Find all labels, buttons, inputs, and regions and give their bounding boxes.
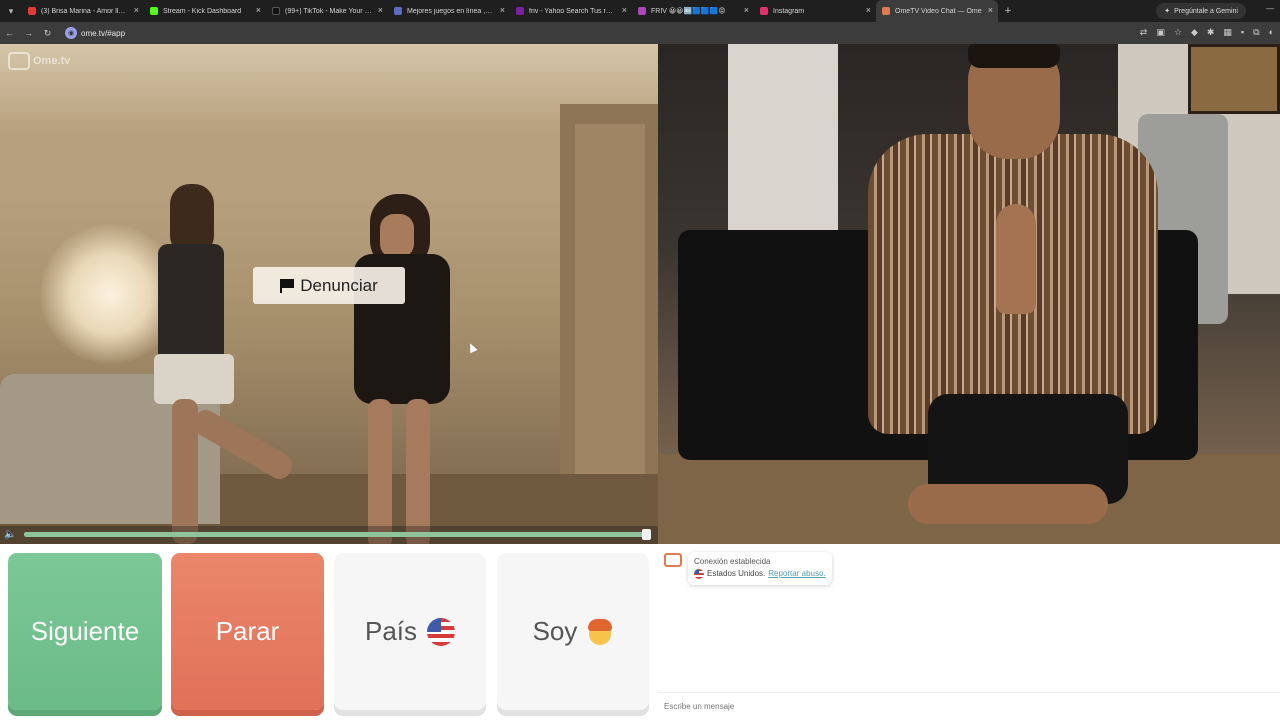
- extension-icon[interactable]: ▪: [1241, 27, 1244, 38]
- chat-panel: Conexión establecida Estados Unidos. Rep…: [658, 544, 1280, 720]
- report-button[interactable]: Denunciar: [253, 267, 405, 304]
- tab-title: Mejores juegos en línea , Juegos: [407, 7, 494, 15]
- bookmark-star-icon[interactable]: ☆: [1174, 27, 1182, 38]
- volume-slider[interactable]: [24, 532, 648, 537]
- us-flag-icon: [694, 569, 704, 579]
- browser-tab-bar: ▾ (3) Brisa Marina - Amor llegal 2 × Str…: [0, 0, 1280, 22]
- new-tab-button[interactable]: +: [998, 5, 1018, 17]
- person-silhouette: [340, 194, 470, 544]
- person-silhouette: [868, 44, 1168, 544]
- browser-tab[interactable]: friv - Yahoo Search Tus resultados ×: [510, 0, 632, 22]
- tab-close-icon[interactable]: ×: [134, 6, 139, 15]
- connection-status: Conexión establecida: [694, 557, 771, 566]
- reload-icon[interactable]: ↻: [38, 28, 57, 39]
- tab-close-icon[interactable]: ×: [866, 6, 871, 15]
- gemini-label: Pregúntale a Gemini: [1174, 7, 1238, 15]
- cast-icon[interactable]: ▣: [1156, 27, 1165, 38]
- tab-title: Stream - Kick Dashboard: [163, 7, 242, 15]
- extension-icon[interactable]: ◆: [1191, 27, 1198, 38]
- volume-fill: [24, 532, 642, 537]
- report-abuse-link[interactable]: Reportar abuso.: [768, 568, 825, 580]
- browser-tab[interactable]: (99+) TikTok - Make Your Day ×: [266, 0, 388, 22]
- browser-tab[interactable]: FRIV 😀😀🔤🟦🟦🟦😡 ×: [632, 0, 754, 22]
- volume-slider-thumb[interactable]: [642, 529, 651, 540]
- window-minimize-icon[interactable]: —: [1266, 4, 1274, 13]
- tab-title: OmeTV Video Chat — Ome: [895, 7, 982, 15]
- logo-text: Ome.tv: [33, 55, 71, 67]
- tab-title: Instagram: [773, 7, 805, 15]
- self-video: [658, 44, 1280, 544]
- us-flag-icon: [427, 617, 456, 646]
- tab-title: friv - Yahoo Search Tus resultados: [529, 7, 616, 15]
- site-info-icon[interactable]: ◉: [65, 27, 77, 39]
- tab-title: (99+) TikTok - Make Your Day: [285, 7, 372, 15]
- country-button[interactable]: País: [334, 553, 486, 710]
- yahoo-favicon-icon: [516, 7, 524, 15]
- browser-tab[interactable]: Instagram ×: [754, 0, 876, 22]
- extension-icon[interactable]: ▦: [1223, 27, 1232, 38]
- gemini-button[interactable]: ✦ Pregúntale a Gemini: [1156, 3, 1246, 19]
- tab-close-icon[interactable]: ×: [500, 6, 505, 15]
- chat-message-input[interactable]: [658, 692, 1280, 720]
- browser-tab-active[interactable]: OmeTV Video Chat — Ome ×: [876, 0, 998, 22]
- url-text[interactable]: ome.tv/#app: [81, 29, 125, 38]
- wall-painting: [1188, 44, 1280, 114]
- friv-favicon-icon: [638, 7, 646, 15]
- tv-icon: [8, 52, 30, 70]
- chat-bubble: Conexión establecida Estados Unidos. Rep…: [688, 552, 832, 585]
- instagram-favicon-icon: [760, 7, 768, 15]
- translate-icon[interactable]: ⇄: [1140, 27, 1148, 38]
- speaker-icon[interactable]: 🔈: [4, 529, 18, 541]
- stranger-country: Estados Unidos. Reportar abuso.: [694, 568, 826, 580]
- country-name: Estados Unidos.: [707, 569, 766, 578]
- extension-icon[interactable]: ✱: [1207, 27, 1215, 38]
- tiktok-favicon-icon: [272, 7, 280, 15]
- browser-tab[interactable]: Mejores juegos en línea , Juegos ×: [388, 0, 510, 22]
- tab-close-icon[interactable]: ×: [744, 6, 749, 15]
- extension-icons: ⇄ ▣ ☆ ◆ ✱ ▦ ▪ ⧉ ◐: [1140, 27, 1274, 38]
- tab-close-icon[interactable]: ×: [256, 6, 261, 15]
- browser-tab[interactable]: Stream - Kick Dashboard ×: [144, 0, 266, 22]
- stop-button[interactable]: Parar: [171, 553, 324, 710]
- ometv-tv-icon: [664, 553, 682, 567]
- games-favicon-icon: [394, 7, 402, 15]
- next-label: Siguiente: [30, 616, 140, 646]
- next-button[interactable]: Siguiente: [8, 553, 162, 710]
- stop-label: Parar: [215, 616, 280, 646]
- tab-title: FRIV 😀😀🔤🟦🟦🟦😡: [651, 8, 726, 15]
- report-label: Denunciar: [300, 275, 378, 295]
- address-bar: ← → ↻ ◉ ome.tv/#app ⇄ ▣ ☆ ◆ ✱ ▦ ▪ ⧉ ◐: [0, 22, 1280, 44]
- profile-icon[interactable]: ◐: [1269, 27, 1274, 38]
- ometv-logo: Ome.tv: [8, 52, 70, 70]
- tab-search-icon[interactable]: ▾: [0, 0, 22, 22]
- flag-icon: [280, 278, 295, 293]
- boy-emoji-icon: [587, 618, 613, 646]
- gemini-sparkle-icon: ✦: [1164, 8, 1171, 15]
- youtube-favicon-icon: [28, 7, 36, 15]
- person-silhouette: [140, 184, 297, 544]
- back-arrow-icon[interactable]: ←: [0, 28, 19, 38]
- extensions-puzzle-icon[interactable]: ⧉: [1253, 27, 1259, 38]
- forward-arrow-icon[interactable]: →: [19, 28, 38, 38]
- browser-tab[interactable]: (3) Brisa Marina - Amor llegal 2 ×: [22, 0, 144, 22]
- ometv-favicon-icon: [882, 7, 890, 15]
- gender-label: Soy: [532, 616, 578, 646]
- kick-favicon-icon: [150, 7, 158, 15]
- tab-close-icon[interactable]: ×: [622, 6, 627, 15]
- system-message: Conexión establecida Estados Unidos. Rep…: [664, 552, 832, 585]
- country-label: País: [364, 616, 418, 646]
- tab-close-icon[interactable]: ×: [988, 6, 993, 15]
- tab-title: (3) Brisa Marina - Amor llegal 2: [41, 7, 128, 15]
- gender-button[interactable]: Soy: [497, 553, 649, 710]
- tab-close-icon[interactable]: ×: [378, 6, 383, 15]
